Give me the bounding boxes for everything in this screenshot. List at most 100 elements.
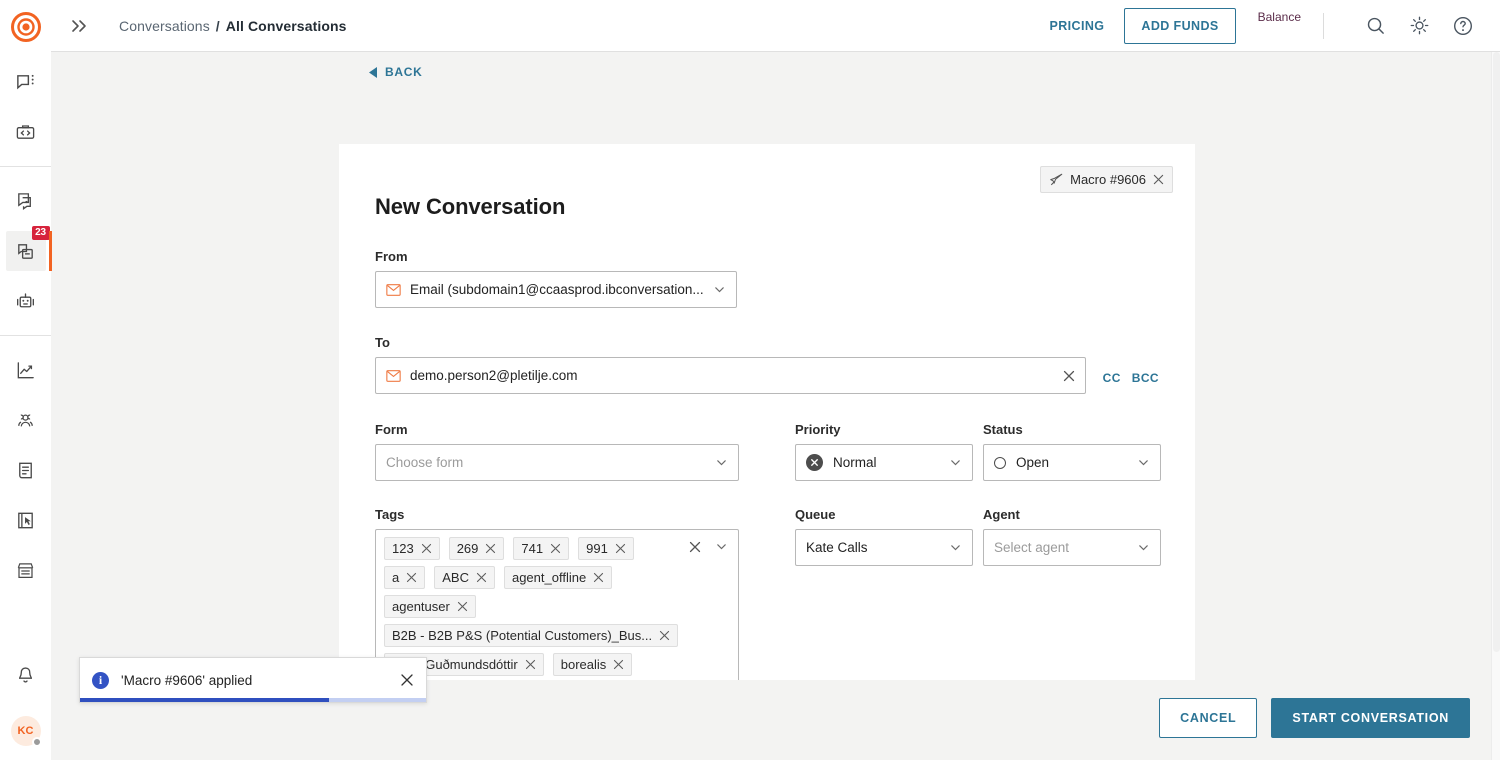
- notifications-button[interactable]: [6, 655, 46, 695]
- tag-remove-button[interactable]: [476, 572, 487, 583]
- sidebar-item-forms[interactable]: [6, 500, 46, 540]
- macro-badge-close-button[interactable]: [1153, 174, 1164, 185]
- tags-label: Tags: [375, 507, 405, 522]
- page-title: New Conversation: [375, 194, 566, 219]
- toast-close-button[interactable]: [400, 673, 414, 687]
- tag-remove-button[interactable]: [421, 543, 432, 554]
- tags-input[interactable]: 123 269 741 991 a ABC agent_offline agentuser B2…: [375, 529, 739, 680]
- sidebar-item-broadcast[interactable]: [6, 181, 46, 221]
- priority-select[interactable]: Normal: [795, 444, 973, 481]
- chevron-down-icon: [713, 283, 726, 296]
- agent-label: Agent: [983, 507, 1020, 522]
- header-divider: [1323, 12, 1324, 39]
- sidebar-item-marketplace[interactable]: [6, 550, 46, 590]
- from-label: From: [375, 249, 408, 264]
- tag-chip[interactable]: 269: [448, 537, 505, 560]
- help-icon: [1452, 15, 1474, 37]
- tag-label: a: [392, 570, 400, 585]
- from-value: Email (subdomain1@ccaasprod.ibconversati…: [410, 282, 704, 297]
- tag-label: agentuser: [392, 599, 450, 614]
- form-select[interactable]: Choose form: [375, 444, 739, 481]
- tag-label: ABC: [442, 570, 469, 585]
- tag-remove-button[interactable]: [593, 572, 604, 583]
- sidebar-item-tickets[interactable]: 23: [5, 226, 52, 271]
- queue-select[interactable]: Kate Calls: [795, 529, 973, 566]
- tag-label: borealis: [560, 657, 607, 672]
- page-scrollbar[interactable]: [1491, 52, 1500, 760]
- tag-remove-button[interactable]: [406, 572, 417, 583]
- tag-chip[interactable]: ABC: [434, 566, 495, 589]
- theme-button[interactable]: [1404, 11, 1434, 41]
- tag-chip[interactable]: 741: [513, 537, 570, 560]
- status-label: Status: [983, 422, 1023, 437]
- tag-label: B2B - B2B P&S (Potential Customers)_Bus.…: [392, 628, 653, 643]
- broadcast-icon: [15, 191, 36, 212]
- tag-chip[interactable]: agentuser: [384, 595, 476, 618]
- macro-badge[interactable]: Macro #9606: [1040, 166, 1173, 193]
- breadcrumb-root[interactable]: Conversations: [119, 18, 210, 34]
- tickets-icon: [15, 241, 36, 262]
- to-clear-button[interactable]: [1063, 370, 1075, 382]
- app-root: 23 KC Conversations / All Conversations …: [0, 0, 1500, 760]
- tag-chip[interactable]: borealis: [552, 653, 633, 676]
- content-area: BACK Macro #9606 New Conversation From E…: [51, 52, 1500, 760]
- queue-label: Queue: [795, 507, 836, 522]
- tag-remove-button[interactable]: [613, 659, 624, 670]
- tag-remove-button[interactable]: [457, 601, 468, 612]
- tag-remove-button[interactable]: [659, 630, 670, 641]
- brightness-icon: [1409, 15, 1430, 36]
- app-logo[interactable]: [10, 11, 42, 43]
- breadcrumb: Conversations / All Conversations: [119, 18, 347, 34]
- tag-remove-button[interactable]: [485, 543, 496, 554]
- status-select[interactable]: Open: [983, 444, 1161, 481]
- back-label: BACK: [385, 65, 423, 79]
- sidebar-item-contacts[interactable]: [6, 400, 46, 440]
- scrollbar-thumb[interactable]: [1493, 52, 1500, 652]
- cancel-button[interactable]: CANCEL: [1159, 698, 1258, 738]
- to-input[interactable]: demo.person2@pletilje.com: [375, 357, 1086, 394]
- toast-progress-bar: [80, 698, 426, 702]
- mail-icon: [386, 369, 401, 382]
- conversations-icon: [15, 72, 36, 93]
- triangle-left-icon: [369, 66, 378, 78]
- bcc-link[interactable]: BCC: [1132, 371, 1159, 385]
- tag-remove-button[interactable]: [525, 659, 536, 670]
- tag-chip[interactable]: a: [384, 566, 426, 589]
- search-icon: [1365, 15, 1386, 36]
- footer-actions: CANCEL START CONVERSATION: [1159, 698, 1470, 738]
- start-conversation-button[interactable]: START CONVERSATION: [1271, 698, 1470, 738]
- back-button[interactable]: BACK: [369, 65, 422, 79]
- sidebar-item-knowledge-base[interactable]: [6, 450, 46, 490]
- status-value: Open: [1016, 455, 1050, 470]
- avatar[interactable]: KC: [10, 716, 42, 747]
- agent-select[interactable]: Select agent: [983, 529, 1161, 566]
- chevron-down-icon[interactable]: [715, 540, 728, 553]
- tag-chip[interactable]: agent_offline: [503, 566, 613, 589]
- sidebar-item-developer-tools[interactable]: [6, 112, 46, 152]
- rocket-icon: [1049, 173, 1063, 187]
- tag-remove-button[interactable]: [550, 543, 561, 554]
- tag-chip[interactable]: B2B - B2B P&S (Potential Customers)_Bus.…: [384, 624, 679, 647]
- pricing-link[interactable]: PRICING: [1050, 19, 1105, 33]
- chevron-down-icon: [949, 541, 962, 554]
- tickets-badge: 23: [31, 226, 50, 240]
- add-funds-button[interactable]: ADD FUNDS: [1124, 7, 1236, 44]
- rail-divider-1: [0, 166, 51, 167]
- from-select[interactable]: Email (subdomain1@ccaasprod.ibconversati…: [375, 271, 737, 308]
- tags-clear-button[interactable]: [689, 541, 701, 553]
- tag-chip[interactable]: 991: [578, 537, 634, 560]
- sidebar-item-conversations[interactable]: [6, 62, 46, 102]
- toast-notification: i 'Macro #9606' applied: [79, 657, 427, 703]
- agent-placeholder: Select agent: [994, 540, 1070, 555]
- search-button[interactable]: [1360, 11, 1390, 41]
- cc-link[interactable]: CC: [1103, 371, 1121, 385]
- tag-remove-button[interactable]: [615, 543, 626, 554]
- tag-chip[interactable]: 123: [384, 537, 440, 560]
- sidebar-item-analytics[interactable]: [6, 350, 46, 390]
- expand-nav-button[interactable]: [61, 8, 97, 44]
- queue-value: Kate Calls: [806, 540, 868, 555]
- sidebar-item-bots[interactable]: [6, 281, 46, 321]
- tag-label: 123: [392, 541, 414, 556]
- help-button[interactable]: [1448, 11, 1478, 41]
- to-label: To: [375, 335, 390, 350]
